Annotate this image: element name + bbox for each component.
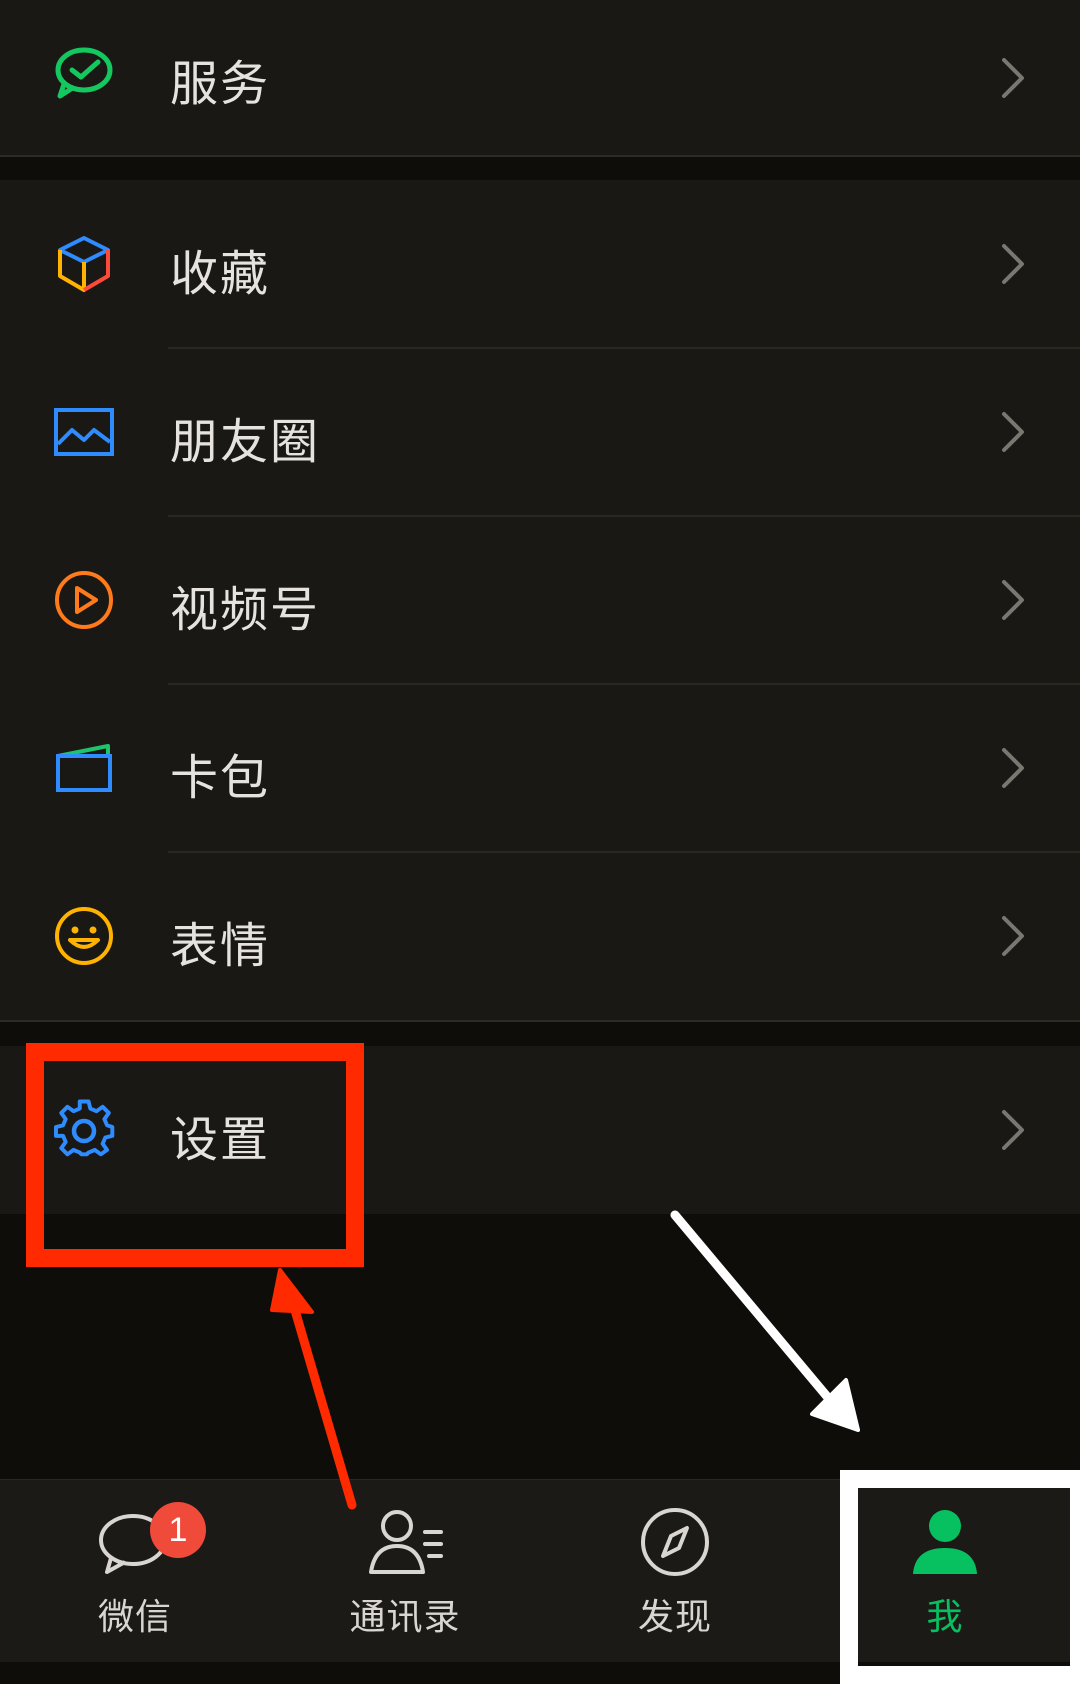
favorites-cube-icon [52,232,116,296]
chevron-right-icon [1000,56,1028,100]
chevron-right-icon [1000,578,1028,622]
group-separator [0,1020,1080,1022]
menu-item-moments[interactable]: 朋友圈 [0,348,1080,516]
menu-item-label: 朋友圈 [170,414,321,470]
menu-group-service: 服务 [0,0,1080,155]
menu-item-service[interactable]: 服务 [0,0,1080,155]
sticker-smile-icon [52,904,116,968]
highlight-box-settings [26,1043,364,1267]
tab-label: 通讯录 [349,1597,461,1638]
tab-discover[interactable]: 发现 [540,1480,810,1662]
contacts-icon [365,1502,445,1582]
group-separator [0,155,1080,157]
compass-icon [635,1502,715,1582]
tab-label: 发现 [637,1597,712,1638]
menu-group-main: 收藏 朋友圈 视频号 卡包 表情 [0,180,1080,1020]
tab-contacts[interactable]: 通讯录 [270,1480,540,1662]
tab-label: 微信 [97,1597,172,1638]
chevron-right-icon [1000,1108,1028,1152]
channels-play-icon [52,568,116,632]
menu-item-label: 卡包 [170,750,271,806]
tab-chats[interactable]: 1 微信 [0,1480,270,1662]
white-arrow-icon [670,1210,860,1432]
moments-image-icon [52,400,116,464]
menu-item-label: 服务 [170,56,271,112]
highlight-box-me-tab [840,1470,1080,1684]
chevron-right-icon [1000,746,1028,790]
chevron-right-icon [1000,914,1028,958]
menu-item-card-wallet[interactable]: 卡包 [0,684,1080,852]
menu-item-favorites[interactable]: 收藏 [0,180,1080,348]
service-icon [52,40,116,104]
red-arrow-icon [270,1268,357,1510]
menu-item-label: 收藏 [170,246,271,302]
menu-item-stickers[interactable]: 表情 [0,852,1080,1020]
chevron-right-icon [1000,410,1028,454]
menu-item-label: 表情 [170,918,271,974]
unread-badge: 1 [150,1502,206,1558]
card-wallet-icon [52,736,116,800]
menu-item-label: 视频号 [170,582,321,638]
chevron-right-icon [1000,242,1028,286]
menu-item-channels[interactable]: 视频号 [0,516,1080,684]
